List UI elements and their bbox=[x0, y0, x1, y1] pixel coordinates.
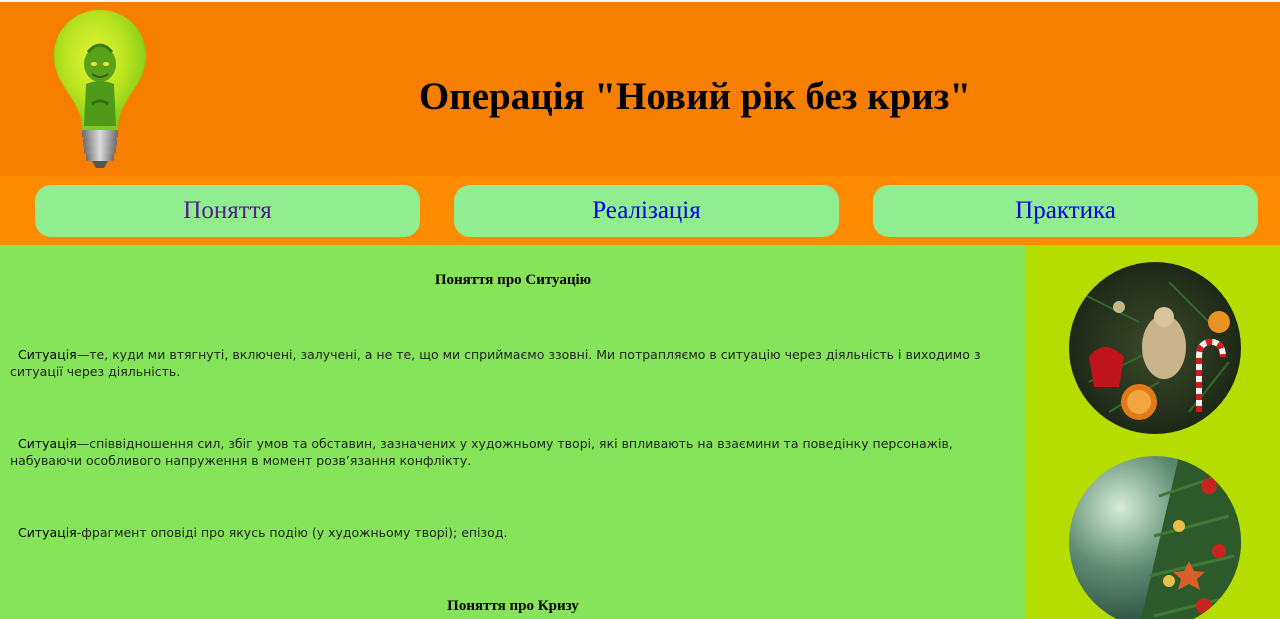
section-title-crisis: Поняття про Кризу bbox=[447, 598, 579, 614]
nav-item-praktyka[interactable]: Практика bbox=[873, 185, 1258, 237]
grinch-lightbulb-logo bbox=[54, 10, 146, 168]
main-content: Поняття про Ситуацію Ситуація—те, куди м… bbox=[0, 245, 1026, 619]
definition-paragraph: Ситуація—співвідношення сил, збіг умов т… bbox=[10, 435, 1010, 469]
sidebar bbox=[1026, 245, 1280, 619]
definition-term: Ситуація bbox=[18, 436, 77, 451]
page-title: Операція "Новий рік без криз" bbox=[418, 75, 972, 118]
nav-item-ponyattya[interactable]: Поняття bbox=[35, 185, 420, 237]
definition-text: -фрагмент оповіді про якусь подію (у худ… bbox=[76, 525, 508, 540]
definition-text: —співвідношення сил, збіг умов та обстав… bbox=[10, 436, 953, 468]
definition-paragraph: Ситуація—те, куди ми втягнуті, включені,… bbox=[10, 346, 1010, 380]
definition-term: Ситуація bbox=[18, 347, 77, 362]
page: Операція "Новий рік без криз" Поняття Ре… bbox=[0, 0, 1280, 619]
definition-paragraph: Ситуація-фрагмент оповіді про якусь поді… bbox=[10, 524, 1010, 541]
nav-item-realizatsiya[interactable]: Реалізація bbox=[454, 185, 839, 237]
section-title-situation: Поняття про Ситуацію bbox=[434, 272, 592, 288]
site-header: Операція "Новий рік без криз" bbox=[0, 2, 1280, 176]
main-navigation: Поняття Реалізація Практика bbox=[0, 176, 1280, 245]
definition-text: —те, куди ми втягнуті, включені, залучен… bbox=[10, 347, 981, 379]
christmas-ornaments-image bbox=[1069, 262, 1241, 434]
christmas-tree-image bbox=[1069, 456, 1241, 619]
definition-term: Ситуація bbox=[18, 525, 77, 540]
